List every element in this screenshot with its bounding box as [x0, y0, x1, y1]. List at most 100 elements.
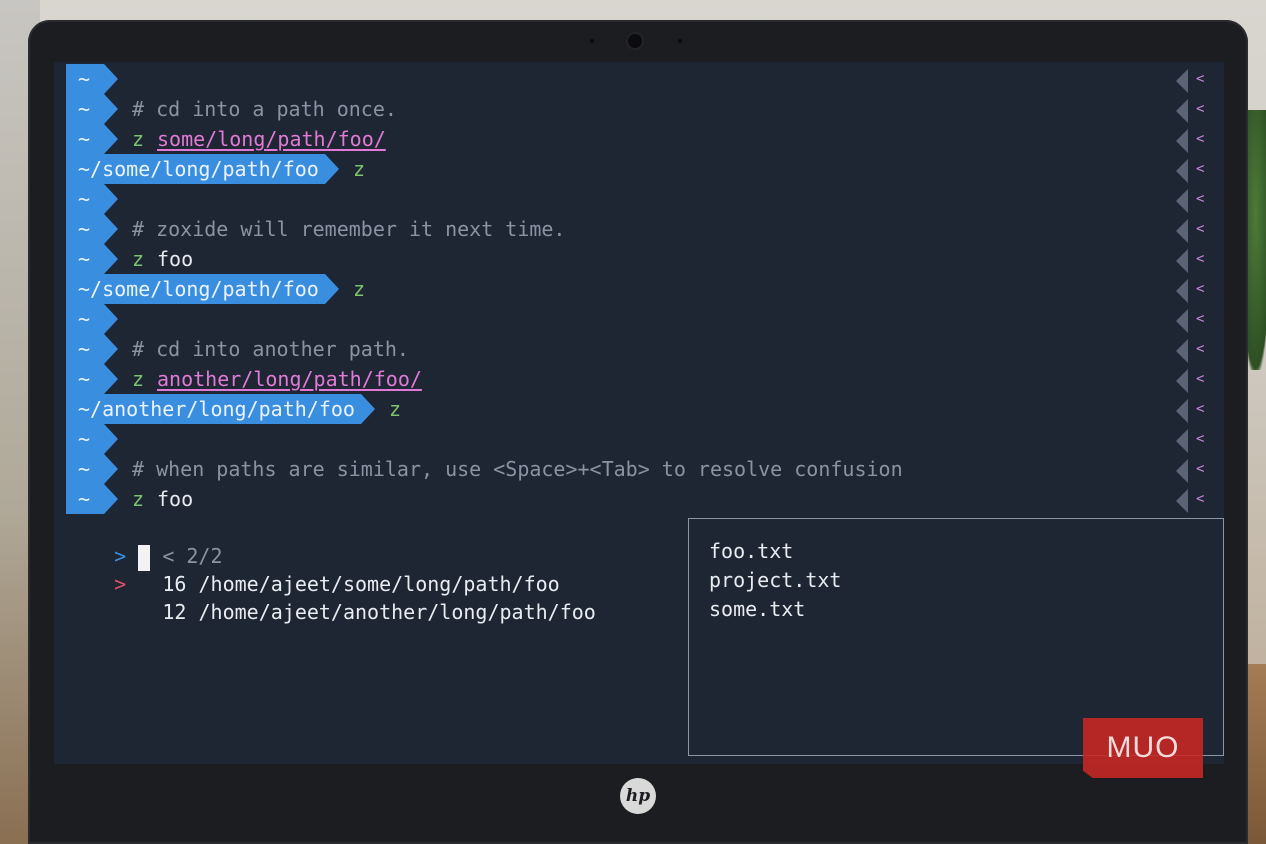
prompt-line: ~/some/long/path/foo z <	[54, 154, 1224, 184]
right-prompt-arrow-icon	[1176, 99, 1188, 123]
command-name: z	[132, 247, 145, 271]
right-prompt-marker: <	[1176, 366, 1214, 393]
right-prompt-arrow-icon	[1176, 279, 1188, 303]
right-prompt-arrow-icon	[1176, 69, 1188, 93]
right-prompt-glyph: <	[1196, 431, 1205, 447]
prompt-line: ~/some/long/path/foo z <	[54, 274, 1224, 304]
fzf-result-row[interactable]: > 16 /home/ajeet/some/long/path/foo	[66, 542, 560, 596]
comment-text: # cd into a path once.	[132, 97, 397, 121]
right-prompt-marker: <	[1176, 186, 1214, 213]
right-prompt-marker: <	[1176, 336, 1214, 363]
terminal-line: ~ <	[54, 424, 1224, 454]
right-prompt-arrow-icon	[1176, 339, 1188, 363]
right-prompt-arrow-icon	[1176, 369, 1188, 393]
terminal-line: ~ <	[54, 64, 1224, 94]
right-prompt-glyph: <	[1196, 371, 1205, 387]
terminal-line: ~ <	[54, 304, 1224, 334]
prompt-path-segment: ~/some/long/path/foo	[66, 154, 339, 184]
terminal-line: ~ z some/long/path/foo/ <	[54, 124, 1224, 154]
right-prompt-marker: <	[1176, 396, 1214, 423]
terminal-line: ~ # cd into a path once. <	[54, 94, 1224, 124]
right-prompt-glyph: <	[1196, 461, 1205, 477]
prompt-tilde-segment: ~	[66, 484, 118, 514]
right-prompt-marker: <	[1176, 306, 1214, 333]
terminal-line: ~ z foo <	[54, 244, 1224, 274]
prompt-tilde-segment: ~	[66, 94, 118, 124]
right-prompt-glyph: <	[1196, 491, 1205, 507]
comment-text: # cd into another path.	[132, 337, 409, 361]
prompt-command: z	[389, 397, 402, 421]
right-prompt-marker: <	[1176, 216, 1214, 243]
prompt-tilde-segment: ~	[66, 304, 118, 334]
prompt-tilde-segment: ~	[66, 184, 118, 214]
right-prompt-marker: <	[1176, 156, 1214, 183]
camera-sensor-dot	[678, 39, 682, 43]
right-prompt-glyph: <	[1196, 401, 1205, 417]
right-prompt-glyph: <	[1196, 341, 1205, 357]
right-prompt-arrow-icon	[1176, 429, 1188, 453]
camera-sensor-dot	[590, 39, 594, 43]
hp-logo: hp	[620, 778, 656, 814]
prompt-line: ~/another/long/path/foo z <	[54, 394, 1224, 424]
right-prompt-arrow-icon	[1176, 159, 1188, 183]
right-prompt-glyph: <	[1196, 221, 1205, 237]
command-name: z	[132, 487, 145, 511]
command-name: z	[132, 367, 145, 391]
command-argument: foo	[157, 247, 194, 271]
right-prompt-glyph: <	[1196, 131, 1205, 147]
prompt-tilde-segment: ~	[66, 454, 118, 484]
muo-watermark: MUO	[1083, 718, 1203, 778]
right-prompt-arrow-icon	[1176, 219, 1188, 243]
terminal-line: ~ # zoxide will remember it next time. <	[54, 214, 1224, 244]
prompt-tilde-segment: ~	[66, 64, 118, 94]
right-prompt-marker: <	[1176, 246, 1214, 273]
terminal-window[interactable]: ~ < ~ # cd into a path once. < ~ z some/long/pa…	[54, 62, 1224, 764]
right-prompt-marker: <	[1176, 276, 1214, 303]
right-prompt-glyph: <	[1196, 71, 1205, 87]
terminal-line: ~ # cd into another path. <	[54, 334, 1224, 364]
right-prompt-arrow-icon	[1176, 249, 1188, 273]
command-argument: foo	[157, 487, 194, 511]
right-prompt-marker: <	[1176, 126, 1214, 153]
right-prompt-glyph: <	[1196, 161, 1205, 177]
prompt-tilde-segment: ~	[66, 424, 118, 454]
prompt-command: z	[353, 157, 366, 181]
fzf-query-line[interactable]: > < 2/2	[66, 514, 223, 571]
right-prompt-glyph: <	[1196, 251, 1205, 267]
prompt-path-segment: ~/another/long/path/foo	[66, 394, 375, 424]
right-prompt-marker: <	[1176, 456, 1214, 483]
command-argument: some/long/path/foo/	[157, 127, 386, 151]
comment-text: # zoxide will remember it next time.	[132, 217, 566, 241]
prompt-tilde-segment: ~	[66, 244, 118, 274]
right-prompt-glyph: <	[1196, 101, 1205, 117]
right-prompt-arrow-icon	[1176, 459, 1188, 483]
prompt-path-segment: ~/some/long/path/foo	[66, 274, 339, 304]
prompt-tilde-segment: ~	[66, 124, 118, 154]
webcam	[628, 34, 642, 48]
preview-file: foo.txt	[709, 539, 794, 563]
right-prompt-arrow-icon	[1176, 399, 1188, 423]
right-prompt-marker: <	[1176, 66, 1214, 93]
right-prompt-glyph: <	[1196, 191, 1205, 207]
right-prompt-arrow-icon	[1176, 489, 1188, 513]
result-score: 12	[162, 600, 187, 624]
fzf-result-row[interactable]: 12 /home/ajeet/another/long/path/foo	[66, 570, 596, 624]
right-prompt-arrow-icon	[1176, 309, 1188, 333]
preview-file: some.txt	[709, 597, 806, 621]
right-prompt-marker: <	[1176, 96, 1214, 123]
result-path: /home/ajeet/another/long/path/foo	[198, 600, 596, 624]
comment-text: # when paths are similar, use <Space>+<T…	[132, 457, 903, 481]
terminal-line: ~ z foo <	[54, 484, 1224, 514]
preview-file: project.txt	[709, 568, 842, 592]
right-prompt-marker: <	[1176, 426, 1214, 453]
right-prompt-marker: <	[1176, 486, 1214, 513]
terminal-line: ~ z another/long/path/foo/ <	[54, 364, 1224, 394]
prompt-tilde-segment: ~	[66, 214, 118, 244]
right-prompt-arrow-icon	[1176, 189, 1188, 213]
command-name: z	[132, 127, 145, 151]
prompt-tilde-segment: ~	[66, 334, 118, 364]
right-prompt-glyph: <	[1196, 281, 1205, 297]
command-argument: another/long/path/foo/	[157, 367, 422, 391]
prompt-command: z	[353, 277, 366, 301]
terminal-line: ~ <	[54, 184, 1224, 214]
